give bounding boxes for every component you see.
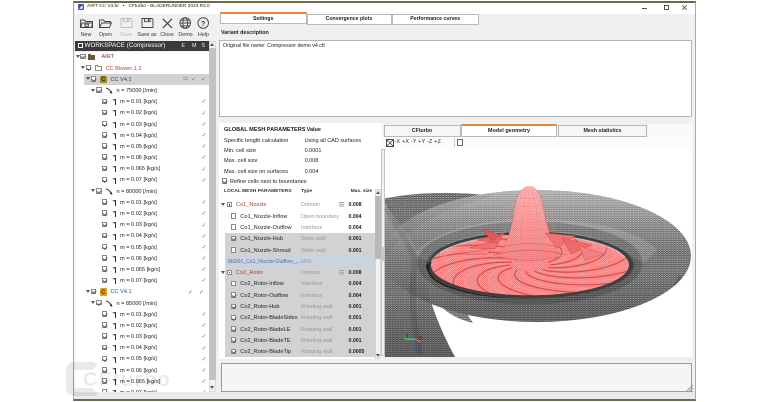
svg-text:?: ? bbox=[201, 19, 206, 28]
